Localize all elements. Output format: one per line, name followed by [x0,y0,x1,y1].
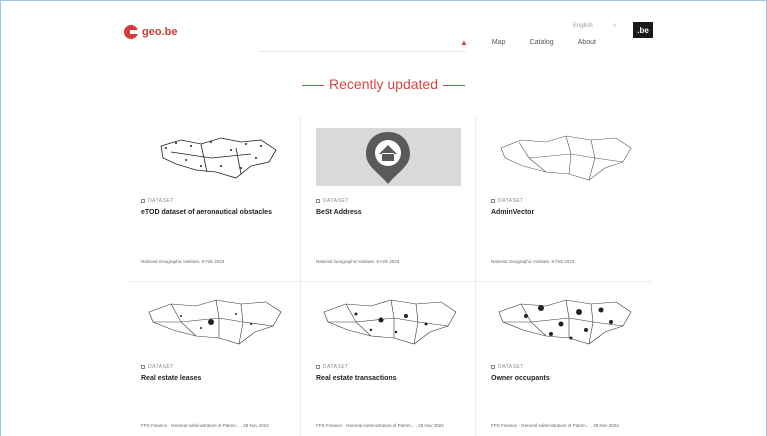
dataset-meta: National Geographic Institute, 8 Feb 202… [141,259,225,264]
nav-catalog[interactable]: Catalog [530,39,554,46]
site-logo[interactable]: geo.be [124,25,177,39]
dataset-card[interactable]: DATASET Real estate leases FPS Finance -… [126,282,301,436]
nav-map[interactable]: Map [492,39,506,46]
main-nav: ▲ Map Catalog About [460,38,620,47]
map-thumbnail [160,137,277,179]
dataset-card[interactable]: DATASET Owner occupants FPS Finance - Ge… [476,282,651,436]
dataset-badge: DATASET [316,198,349,204]
nav-about[interactable]: About [578,39,596,46]
dataset-meta: National Geographic Institute, 6 Feb 202… [316,259,400,264]
dataset-badge: DATASET [491,364,524,370]
dataset-icon [491,364,495,369]
language-selector[interactable]: English ∨ [573,22,617,29]
dataset-meta: FPS Finance - General Administration of … [316,423,444,428]
section-title-text: Recently updated [329,76,438,92]
dataset-badge: DATASET [141,198,174,204]
dataset-card[interactable]: DATASET AdminVector National Geographic … [476,116,651,282]
map-thumbnail [498,299,632,345]
logo-icon [124,25,138,39]
dataset-icon [491,198,495,203]
dataset-card[interactable]: DATASET Real estate transactions FPS Fin… [301,282,476,436]
be-badge[interactable]: .be [633,22,653,38]
language-label: English [573,23,593,29]
map-thumbnail [323,299,457,345]
dataset-icon [316,364,320,369]
home-icon[interactable]: ▲ [460,38,468,47]
header-divider [258,51,466,52]
dataset-badge: DATASET [141,364,174,370]
dataset-badge: DATASET [491,198,524,204]
title-dash-left [302,84,325,86]
map-thumbnail [148,299,282,345]
dataset-grid: DATASET eTOD dataset of aeronautical obs… [126,116,651,436]
logo-text: geo.be [142,26,178,38]
dataset-card[interactable]: DATASET eTOD dataset of aeronautical obs… [126,116,301,282]
dataset-badge: DATASET [316,364,349,370]
dataset-title[interactable]: Real estate leases [141,374,291,383]
dataset-icon [316,198,320,203]
address-thumbnail [316,128,461,186]
dataset-title[interactable]: Real estate transactions [316,374,466,383]
dataset-meta: FPS Finance - General Administration of … [141,423,269,428]
dataset-meta: FPS Finance - General Administration of … [491,423,619,428]
section-title: Recently updated [0,76,767,92]
dataset-title[interactable]: eTOD dataset of aeronautical obstacles [141,208,291,217]
dataset-title[interactable]: AdminVector [491,208,641,217]
dataset-meta: National Geographic Institute, 6 Feb 202… [491,259,575,264]
title-dash-right [442,84,465,86]
chevron-down-icon: ∨ [612,23,617,29]
dataset-title[interactable]: BeSt Address [316,208,466,217]
dataset-title[interactable]: Owner occupants [491,374,641,383]
dataset-icon [141,364,145,369]
dataset-icon [141,198,145,203]
dataset-card[interactable]: DATASET BeSt Address National Geographic… [301,116,476,282]
map-thumbnail [500,135,632,181]
